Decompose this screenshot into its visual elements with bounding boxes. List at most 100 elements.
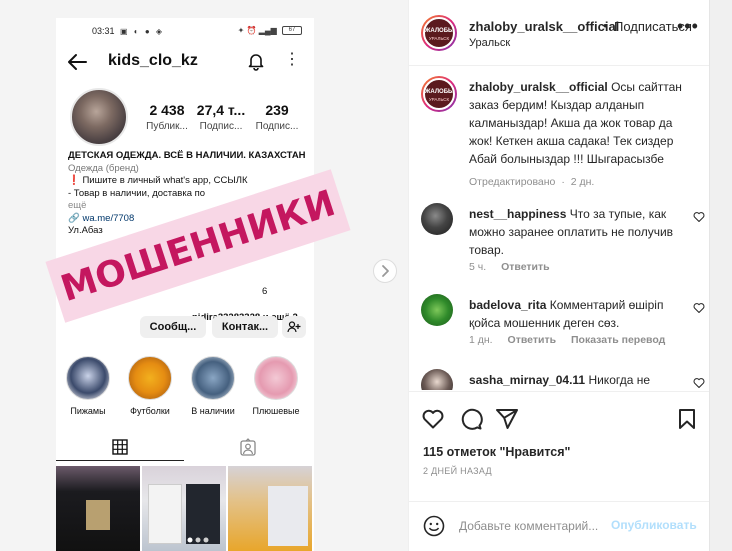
- phone-signal-icons: ✦ ⏰ ▂▄▆: [237, 26, 277, 35]
- comment-time: 5 ч.: [469, 261, 487, 273]
- bio-fragment: 6: [262, 286, 268, 297]
- save-bookmark-icon[interactable]: [675, 407, 699, 431]
- highlight-label: В наличии: [191, 406, 235, 416]
- post-location[interactable]: Уральск: [469, 37, 510, 49]
- show-translation-button[interactable]: Показать перевод: [571, 334, 665, 346]
- next-slide-button[interactable]: [373, 259, 397, 283]
- stat-number: 27,4 т...: [196, 102, 246, 118]
- profile-top-bar: kids_clo_kz ⋮: [56, 48, 314, 76]
- comment-body: sasha_mirnay_04.11 Никогда не: [469, 371, 679, 389]
- profile-username: kids_clo_kz: [108, 52, 198, 69]
- add-comment-row: Опубликовать: [409, 501, 710, 551]
- stat-label: Публик...: [146, 121, 188, 132]
- commenter-username[interactable]: sasha_mirnay_04.11: [469, 373, 585, 387]
- comment-bubble-icon[interactable]: [459, 407, 483, 431]
- profile-avatar: [70, 88, 128, 146]
- commenter-username[interactable]: nest__happiness: [469, 207, 566, 221]
- highlight-cover: [191, 356, 235, 400]
- highlight-tshirts: Футболки: [126, 356, 174, 416]
- grid-icon: [112, 439, 128, 455]
- highlight-plush: Плюшевые: [252, 356, 300, 416]
- caption-username[interactable]: zhaloby_uralsk__official: [469, 80, 608, 94]
- thumbnail-print: [86, 500, 110, 530]
- highlight-cover: [254, 356, 298, 400]
- bell-icon: [248, 54, 264, 71]
- post-actions: 115 отметок "Нравится" 2 ДНЕЙ НАЗАД: [409, 391, 710, 501]
- active-tab-indicator: [56, 460, 184, 461]
- commenter-avatar[interactable]: [421, 203, 453, 235]
- highlight-cover: [66, 356, 110, 400]
- comment-item: nest__happiness Что за тупые, как можно …: [421, 203, 705, 273]
- more-options-icon[interactable]: •••: [677, 17, 699, 35]
- phone-status-icons: ▣ ◐ ● ◈: [120, 27, 165, 36]
- caption-avatar[interactable]: ЖАЛОБЫ УРАЛЬСК: [421, 76, 457, 112]
- author-avatar[interactable]: ЖАЛОБЫ УРАЛЬСК: [421, 15, 457, 51]
- publish-button[interactable]: Опубликовать: [611, 518, 697, 532]
- highlight-pajamas: Пижамы: [64, 356, 112, 416]
- edited-label: Отредактировано: [469, 176, 556, 188]
- post-thumbnail: [56, 466, 140, 551]
- caption-body: zhaloby_uralsk__official Осы сайттан зак…: [469, 78, 693, 168]
- likes-count[interactable]: 115 отметок "Нравится": [423, 445, 570, 459]
- add-person-button: [282, 316, 306, 338]
- reply-button[interactable]: Ответить: [508, 334, 557, 346]
- avatar-subtext: УРАЛЬСК: [428, 97, 450, 102]
- emoji-icon[interactable]: [423, 515, 445, 537]
- heart-icon[interactable]: [693, 377, 705, 389]
- comment-meta: 1 дн. Ответить Показать перевод: [469, 334, 677, 346]
- comment-body: nest__happiness Что за тупые, как можно …: [469, 205, 679, 259]
- comment-meta: 5 ч. Ответить: [469, 261, 562, 273]
- heart-icon[interactable]: [693, 211, 705, 223]
- stat-number: 2 438: [149, 102, 185, 118]
- thumbnail-item: [186, 484, 220, 544]
- highlight-in-stock: В наличии: [189, 356, 237, 416]
- page-scrollbar[interactable]: [709, 0, 732, 551]
- phone-clock: 03:31: [92, 26, 115, 36]
- back-arrow-icon: [68, 54, 87, 70]
- comment-time: 1 дн.: [469, 334, 493, 346]
- bio-category: Одежда (бренд): [68, 162, 139, 174]
- thumbnail-item: [268, 486, 308, 546]
- carousel-dots: [187, 537, 209, 543]
- phone-status-right: ✦ ⏰ ▂▄▆ 67: [237, 26, 302, 36]
- post-thumbnail: [228, 466, 312, 551]
- highlight-label: Плюшевые: [252, 406, 300, 416]
- reply-button[interactable]: Ответить: [501, 261, 550, 273]
- stat-followers: 27,4 т... Подпис...: [196, 102, 246, 132]
- commenter-avatar[interactable]: [421, 294, 453, 326]
- share-paper-plane-icon[interactable]: [495, 407, 519, 431]
- add-comment-input[interactable]: [459, 516, 607, 536]
- profile-tabs: [56, 436, 314, 462]
- avatar-text: ЖАЛОБЫ: [425, 28, 454, 34]
- commenter-avatar[interactable]: [421, 369, 453, 390]
- thumbnail-item: [148, 484, 182, 544]
- avatar-subtext: УРАЛЬСК: [428, 36, 450, 41]
- meta-separator: ·: [561, 176, 565, 188]
- tagged-icon: [240, 438, 256, 456]
- highlight-label: Пижамы: [70, 406, 106, 416]
- avatar-text: ЖАЛОБЫ: [425, 89, 454, 95]
- comments-list[interactable]: ЖАЛОБЫ УРАЛЬСК zhaloby_uralsk__official …: [409, 66, 710, 390]
- like-heart-icon[interactable]: [421, 407, 445, 431]
- post-media[interactable]: 03:31 ▣ ◐ ● ◈ ✦ ⏰ ▂▄▆ 67 kids_clo_kz ⋮ 2…: [0, 0, 408, 551]
- post-header: ЖАЛОБЫ УРАЛЬСК zhaloby_uralsk__official …: [409, 0, 710, 66]
- author-username[interactable]: zhaloby_uralsk__official: [469, 19, 619, 34]
- comment-item: badelova_rita Комментарий өшіріп қойса м…: [421, 294, 705, 354]
- message-button: Сообщ...: [140, 316, 206, 338]
- post-caption: ЖАЛОБЫ УРАЛЬСК zhaloby_uralsk__official …: [421, 76, 703, 188]
- chevron-right-icon: [382, 265, 389, 277]
- caption-time: 2 дн.: [570, 176, 595, 188]
- commenter-username[interactable]: badelova_rita: [469, 298, 546, 312]
- heart-icon[interactable]: [693, 302, 705, 314]
- post-sidebar: ЖАЛОБЫ УРАЛЬСК zhaloby_uralsk__official …: [408, 0, 710, 551]
- highlight-cover: [128, 356, 172, 400]
- stat-posts: 2 438 Публик...: [144, 102, 190, 132]
- caption-meta: Отредактировано · 2 дн.: [469, 176, 606, 188]
- highlight-label: Футболки: [130, 406, 170, 416]
- avatar-image: ЖАЛОБЫ УРАЛЬСК: [423, 17, 455, 49]
- avatar-image: ЖАЛОБЫ УРАЛЬСК: [423, 78, 455, 110]
- contact-button: Контак...: [212, 316, 278, 338]
- header-separator: •: [603, 18, 608, 33]
- comment-text: Никогда не: [588, 373, 651, 387]
- comment-item: sasha_mirnay_04.11 Никогда не: [421, 369, 705, 390]
